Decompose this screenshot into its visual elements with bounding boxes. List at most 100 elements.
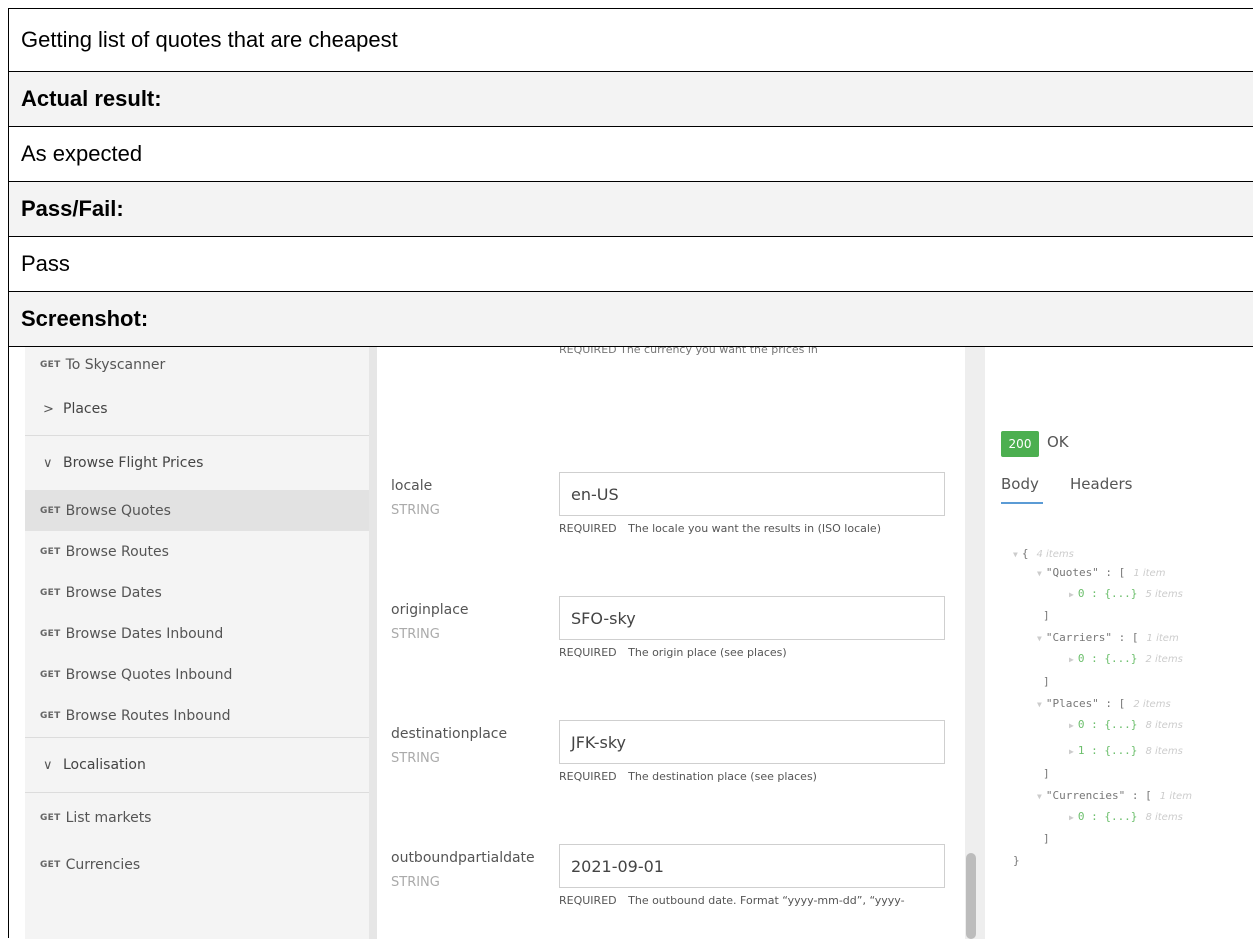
json-bracket: ] (1043, 609, 1050, 622)
json-node-quotes-0[interactable]: ▶ 0 : {...} 5 items (1069, 587, 1183, 600)
expected-result-row: Getting list of quotes that are cheapest (9, 9, 1253, 72)
pass-fail-header: Pass/Fail: (9, 182, 1253, 237)
json-node-currencies-0[interactable]: ▶ 0 : {...} 8 items (1069, 810, 1183, 823)
http-verb: GET (40, 546, 61, 557)
hint-text: The destination place (see places) (628, 770, 817, 783)
param-hint: REQUIRED The locale you want the results… (559, 522, 881, 535)
caret-down-icon: ▼ (1037, 700, 1042, 709)
json-node-carriers[interactable]: ▼ "Carriers" : [1 item (1037, 631, 1179, 644)
caret-right-icon: ▶ (1069, 721, 1074, 730)
caret-right-icon: ▶ (1069, 655, 1074, 664)
response-panel: 200 OK Body Headers ▼{4 items ▼ "Quotes" … (985, 347, 1253, 939)
status-text: OK (1047, 433, 1069, 451)
sidebar-item-label: Currencies (65, 857, 141, 873)
hint-text: The outbound date. Format “yyyy-mm-dd”, … (628, 894, 905, 907)
sidebar-group-browse-flight-prices[interactable]: ∨ Browse Flight Prices (25, 436, 369, 490)
sidebar-item-currencies[interactable]: GET Currencies (25, 843, 369, 887)
tab-headers[interactable]: Headers (1070, 475, 1132, 493)
param-name: originplace (391, 602, 469, 618)
sidebar-item-list-markets[interactable]: GET List markets (25, 793, 369, 843)
outboundpartialdate-input[interactable]: 2021-09-01 (559, 844, 945, 888)
required-label: REQUIRED (559, 646, 617, 659)
destinationplace-input[interactable]: JFK-sky (559, 720, 945, 764)
http-verb: GET (40, 360, 61, 370)
sidebar-item-browse-routes-inbound[interactable]: GET Browse Routes Inbound (25, 695, 369, 736)
caret-down-icon: ▼ (1013, 550, 1018, 559)
required-label: REQUIRED (559, 894, 617, 907)
sidebar-group-label: Browse Flight Prices (63, 455, 204, 471)
http-verb: GET (40, 505, 61, 516)
caret-right-icon: ▶ (1069, 590, 1074, 599)
locale-input[interactable]: en-US (559, 472, 945, 516)
actual-result-text: As expected (21, 141, 143, 166)
pass-fail-text: Pass (21, 251, 70, 276)
screenshot-label: Screenshot: (21, 306, 149, 331)
param-hint: REQUIRED The destination place (see plac… (559, 770, 817, 783)
json-bracket: ] (1043, 767, 1050, 780)
sidebar-item-label: Browse Dates (65, 584, 162, 601)
http-verb: GET (40, 860, 61, 870)
caret-down-icon: ▼ (1037, 569, 1042, 578)
expected-result-text: Getting list of quotes that are cheapest (21, 27, 398, 52)
sidebar-item-to-skyscanner[interactable]: GET To Skyscanner (25, 347, 369, 383)
sidebar-item-label: Browse Quotes Inbound (65, 666, 233, 683)
http-verb: GET (40, 587, 61, 598)
sidebar-item-browse-dates[interactable]: GET Browse Dates (25, 572, 369, 613)
http-verb: GET (40, 669, 61, 680)
caret-down-icon: ▼ (1037, 792, 1042, 801)
sidebar-group-label: Places (63, 401, 108, 417)
active-tab-indicator (1001, 502, 1043, 504)
json-bracket: ] (1043, 675, 1050, 688)
embedded-api-console: GET To Skyscanner > Places ∨ Browse Flig… (9, 347, 1253, 939)
sidebar-item-label: Browse Quotes (65, 502, 171, 519)
params-scrollbar[interactable] (965, 347, 985, 939)
required-label: REQUIRED (559, 522, 617, 535)
chevron-right-icon: > (43, 401, 54, 417)
sidebar-item-label: Browse Routes Inbound (65, 707, 231, 724)
sidebar-group-localisation[interactable]: ∨ Localisation (25, 738, 369, 792)
sidebar-splitter[interactable] (369, 347, 377, 939)
param-type: STRING (391, 751, 440, 766)
sidebar-item-label: Browse Routes (65, 543, 169, 560)
actual-result-row: As expected (9, 127, 1253, 182)
json-bracket: } (1013, 854, 1020, 867)
scrollbar-thumb[interactable] (966, 853, 976, 939)
json-node-root[interactable]: ▼{4 items (1013, 547, 1074, 560)
hint-text: The origin place (see places) (628, 646, 787, 659)
actual-result-label: Actual result: (21, 86, 162, 111)
sidebar-item-browse-quotes-inbound[interactable]: GET Browse Quotes Inbound (25, 654, 369, 695)
sidebar-item-label: To Skyscanner (65, 357, 166, 373)
status-badge: 200 (1001, 431, 1039, 457)
caret-right-icon: ▶ (1069, 747, 1074, 756)
json-node-places-1[interactable]: ▶ 1 : {...} 8 items (1069, 744, 1183, 757)
json-node-places-0[interactable]: ▶ 0 : {...} 8 items (1069, 718, 1183, 731)
json-node-quotes[interactable]: ▼ "Quotes" : [1 item (1037, 566, 1165, 579)
json-bracket: ] (1043, 832, 1050, 845)
required-label: REQUIRED (559, 770, 617, 783)
endpoint-sidebar: GET To Skyscanner > Places ∨ Browse Flig… (25, 347, 369, 939)
sidebar-group-places[interactable]: > Places (25, 383, 369, 435)
chevron-down-icon: ∨ (43, 757, 53, 773)
json-node-places[interactable]: ▼ "Places" : [2 items (1037, 697, 1171, 710)
param-name: outboundpartialdate (391, 850, 535, 866)
screenshot-cell: GET To Skyscanner > Places ∨ Browse Flig… (9, 347, 1253, 939)
http-verb: GET (40, 628, 61, 639)
sidebar-group-label: Localisation (63, 757, 146, 773)
pass-fail-row: Pass (9, 237, 1253, 292)
param-hint: REQUIRED The outbound date. Format “yyyy… (559, 894, 905, 907)
sidebar-item-browse-quotes[interactable]: GET Browse Quotes (25, 490, 369, 531)
sidebar-item-label: List markets (65, 810, 152, 826)
sidebar-item-browse-routes[interactable]: GET Browse Routes (25, 531, 369, 572)
json-node-currencies[interactable]: ▼ "Currencies" : [1 item (1037, 789, 1192, 802)
caret-right-icon: ▶ (1069, 813, 1074, 822)
originplace-input[interactable]: SFO-sky (559, 596, 945, 640)
sidebar-item-browse-dates-inbound[interactable]: GET Browse Dates Inbound (25, 613, 369, 654)
param-type: STRING (391, 875, 440, 890)
param-name: destinationplace (391, 726, 508, 742)
json-node-carriers-0[interactable]: ▶ 0 : {...} 2 items (1069, 652, 1183, 665)
chevron-down-icon: ∨ (43, 455, 53, 471)
hint-text: The locale you want the results in (ISO … (628, 522, 881, 535)
pass-fail-label: Pass/Fail: (21, 196, 124, 221)
param-type: STRING (391, 627, 440, 642)
tab-body[interactable]: Body (1001, 475, 1039, 493)
